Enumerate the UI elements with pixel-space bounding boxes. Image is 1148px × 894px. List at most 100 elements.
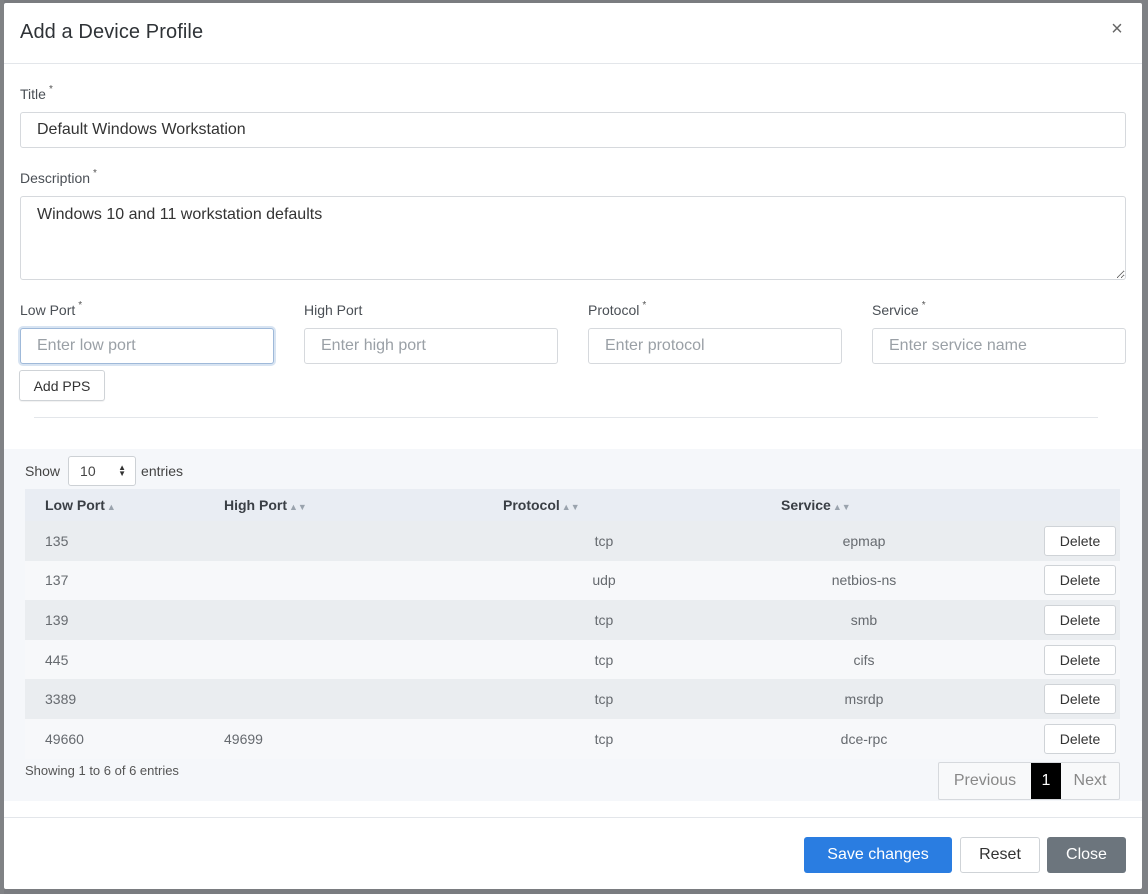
column-label: Service — [781, 497, 831, 513]
table-row: 139 tcp smb Delete — [25, 600, 1120, 640]
low-port-cell: 135 — [45, 532, 69, 549]
device-profile-modal: Add a Device Profile × Title* Descriptio… — [4, 3, 1142, 889]
show-label: Show — [25, 463, 61, 479]
low-port-cell: 445 — [45, 651, 69, 668]
high-port-cell — [224, 521, 469, 561]
delete-button[interactable]: Delete — [1044, 644, 1116, 675]
service-label: Service * — [872, 300, 926, 318]
title-label: Title * — [20, 84, 53, 102]
table-row: 137 udp netbios-ns Delete — [25, 560, 1120, 601]
pagination-previous[interactable]: Previous — [939, 763, 1031, 799]
service-cell: dce-rpc — [840, 730, 888, 747]
column-header-service[interactable]: Service ▲▼ — [739, 489, 989, 521]
column-label: High Port — [224, 497, 287, 513]
service-cell: cifs — [853, 651, 875, 668]
actions-cell: Delete — [989, 679, 1120, 719]
high-port-label: High Port — [304, 302, 362, 318]
entries-label: entries — [141, 463, 184, 479]
low-port-cell: 139 — [45, 611, 69, 628]
high-port-input[interactable] — [304, 328, 558, 364]
actions-cell: Delete — [989, 521, 1120, 561]
low-port-cell: 49660 — [45, 730, 84, 747]
protocol-label: Protocol * — [588, 300, 647, 318]
sort-icon: ▲▼ — [832, 502, 851, 512]
description-textarea[interactable]: Windows 10 and 11 workstation defaults — [20, 196, 1126, 280]
table-row: 445 tcp cifs Delete — [25, 639, 1120, 680]
protocol-cell: tcp — [594, 532, 614, 549]
delete-button[interactable]: Delete — [1044, 604, 1116, 635]
title-input[interactable] — [20, 112, 1126, 148]
low-port-label: Low Port * — [20, 300, 82, 318]
actions-cell: Delete — [989, 640, 1120, 680]
divider — [34, 417, 1098, 418]
protocol-label-text: Protocol — [588, 302, 640, 318]
modal-footer: Save changes Reset Close — [4, 817, 1142, 889]
page-length-select[interactable]: 10 ▲ ▼ — [68, 456, 137, 486]
column-header-actions — [989, 489, 1120, 521]
pagination-page-1[interactable]: 1 — [1031, 763, 1061, 799]
pagination: Previous 1 Next — [938, 762, 1120, 800]
service-cell: epmap — [842, 532, 886, 549]
high-port-cell: 49699 — [224, 730, 263, 747]
protocol-cell: tcp — [594, 651, 614, 668]
modal-header: Add a Device Profile × — [4, 3, 1142, 64]
title-label-text: Title — [20, 86, 46, 102]
actions-cell: Delete — [989, 719, 1120, 759]
delete-button[interactable]: Delete — [1044, 565, 1116, 596]
description-label-text: Description — [20, 170, 91, 186]
close-button[interactable]: Close — [1047, 837, 1126, 873]
table-row: 49660 49699 tcp dce-rpc Delete — [25, 718, 1120, 759]
column-header-high-port[interactable]: High Port ▲▼ — [224, 489, 469, 521]
high-port-cell — [224, 640, 469, 680]
required-mark: * — [48, 84, 53, 95]
column-header-low-port[interactable]: Low Port ▲ — [25, 489, 224, 521]
low-port-input[interactable] — [20, 328, 274, 364]
column-label: Protocol — [503, 497, 560, 513]
description-label: Description * — [20, 168, 97, 186]
pps-table: Low Port ▲ High Port ▲▼ Protocol ▲▼ Service… — [25, 489, 1120, 759]
sort-icon: ▲▼ — [561, 502, 580, 512]
modal-title: Add a Device Profile — [20, 21, 204, 43]
save-changes-button[interactable]: Save changes — [804, 837, 952, 873]
sort-asc-icon: ▲ — [106, 502, 116, 512]
high-port-cell — [224, 600, 469, 640]
high-port-label-text: High Port — [304, 302, 363, 318]
select-arrows-icon: ▲ ▼ — [118, 463, 127, 478]
service-cell: msrdp — [844, 691, 884, 708]
protocol-cell: tcp — [594, 611, 614, 628]
reset-button[interactable]: Reset — [960, 837, 1040, 873]
add-pps-button[interactable]: Add PPS — [19, 370, 105, 401]
column-label: Low Port — [45, 497, 105, 513]
delete-button[interactable]: Delete — [1044, 684, 1116, 715]
low-port-label-text: Low Port — [20, 302, 76, 318]
high-port-cell — [224, 679, 469, 719]
table-info: Showing 1 to 6 of 6 entries — [25, 763, 179, 778]
service-cell: netbios-ns — [831, 572, 897, 589]
protocol-cell: tcp — [594, 691, 614, 708]
low-port-cell: 137 — [45, 572, 69, 589]
low-port-cell: 3389 — [45, 691, 77, 708]
protocol-cell: tcp — [594, 730, 614, 747]
sort-icon: ▲▼ — [289, 502, 307, 512]
table-header-row: Low Port ▲ High Port ▲▼ Protocol ▲▼ Service… — [25, 489, 1120, 521]
actions-cell: Delete — [989, 561, 1120, 601]
required-mark: * — [93, 168, 97, 179]
service-cell: smb — [850, 611, 878, 628]
delete-button[interactable]: Delete — [1044, 525, 1116, 556]
page-length-control: Show 10 ▲ ▼ entries — [25, 456, 183, 486]
actions-cell: Delete — [989, 600, 1120, 640]
close-icon[interactable]: × — [1108, 19, 1126, 39]
protocol-cell: udp — [592, 572, 616, 589]
service-label-text: Service — [872, 302, 919, 318]
table-row: 135 tcp epmap Delete — [25, 521, 1120, 561]
table-row: 3389 tcp msrdp Delete — [25, 679, 1120, 719]
pagination-next[interactable]: Next — [1061, 763, 1119, 799]
service-input[interactable] — [872, 328, 1126, 364]
protocol-input[interactable] — [588, 328, 842, 364]
delete-button[interactable]: Delete — [1044, 723, 1116, 754]
required-mark: * — [921, 300, 926, 311]
page-length-value: 10 — [80, 463, 96, 479]
column-header-protocol[interactable]: Protocol ▲▼ — [469, 489, 739, 521]
required-mark: * — [642, 300, 647, 311]
pps-table-panel: Show 10 ▲ ▼ entries Low Port ▲ High Port ▲▼… — [4, 449, 1142, 801]
